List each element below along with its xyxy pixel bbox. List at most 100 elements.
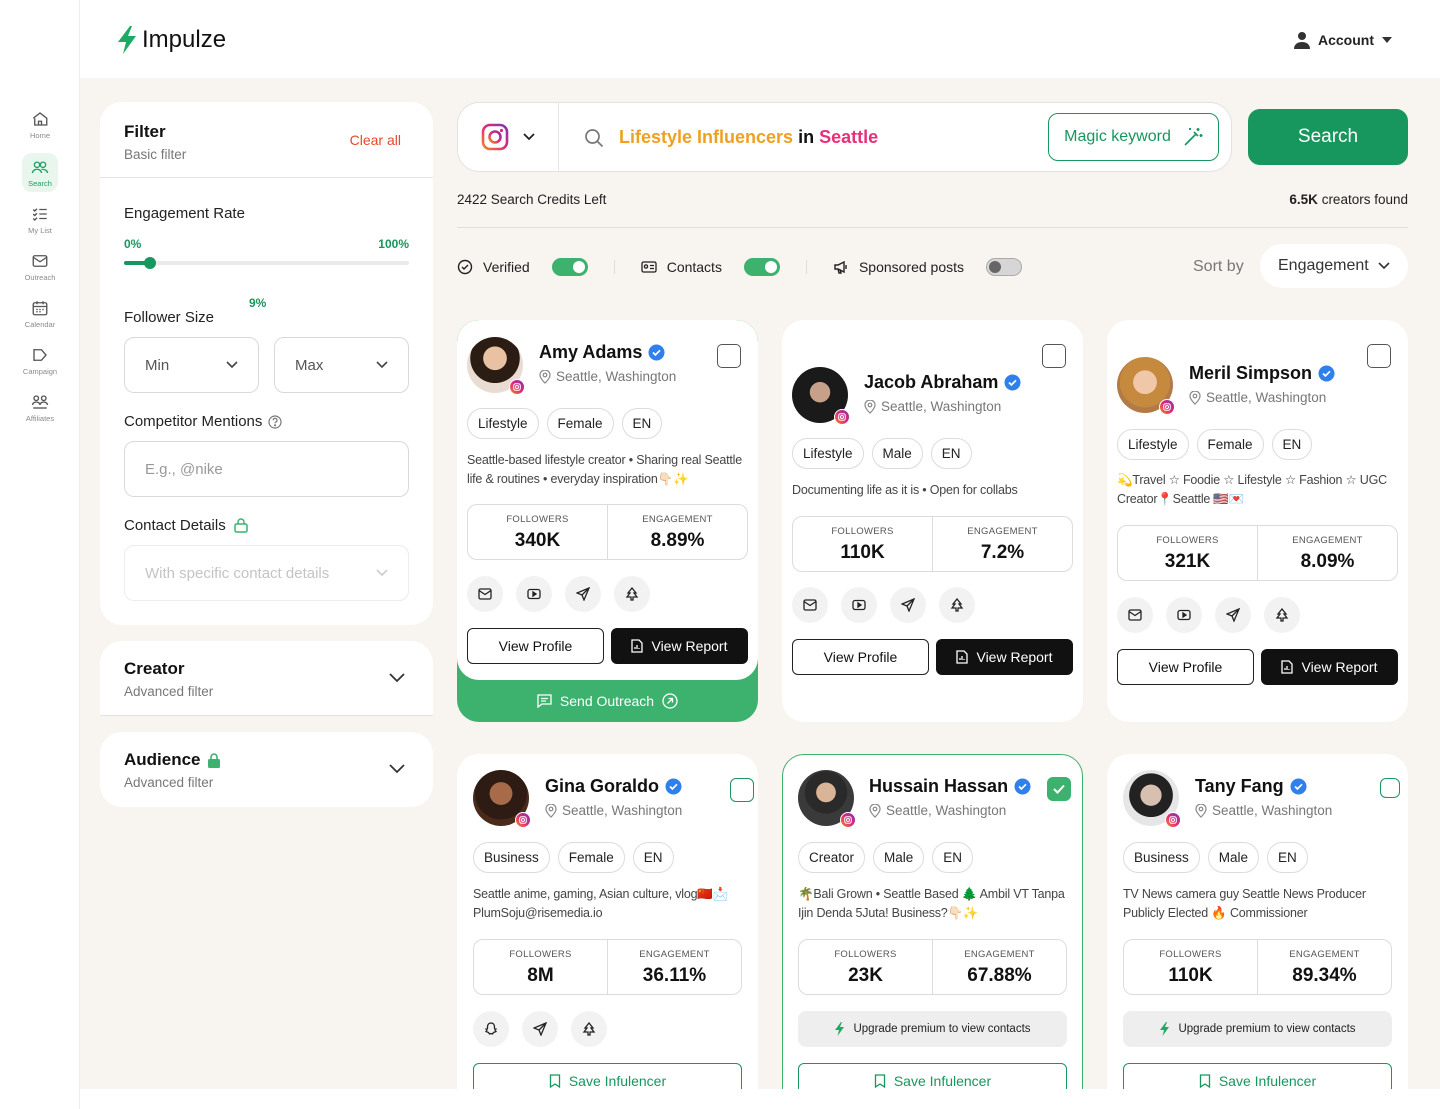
competitor-placeholder: E.g., @nike <box>145 460 223 478</box>
sponsored-toggle[interactable] <box>986 258 1023 276</box>
account-menu[interactable]: Account <box>1294 31 1392 49</box>
upgrade-premium-button[interactable]: Upgrade premium to view contacts <box>1123 1011 1392 1047</box>
chevron-down-icon[interactable] <box>389 673 405 683</box>
followers-label: FOLLOWERS <box>1159 949 1222 960</box>
report-icon <box>956 650 969 664</box>
creator-name[interactable]: Meril Simpson <box>1189 363 1335 384</box>
contacts-toggle[interactable] <box>743 258 780 276</box>
platform-select[interactable] <box>458 103 559 171</box>
view-profile-button[interactable]: View Profile <box>792 639 929 675</box>
select-checkbox[interactable] <box>1380 778 1400 798</box>
avatar <box>473 770 531 828</box>
linktree-contact-button[interactable] <box>614 576 650 612</box>
creator-card[interactable]: Amy Adams Seattle, Washington Lifestyle … <box>457 320 758 722</box>
select-checkbox-checked[interactable] <box>1047 777 1071 801</box>
telegram-contact-button[interactable] <box>1215 597 1251 633</box>
youtube-contact-button[interactable] <box>1166 597 1202 633</box>
snapchat-contact-button[interactable] <box>473 1011 509 1047</box>
select-checkbox[interactable] <box>717 344 741 368</box>
sidebar-item-calendar[interactable]: Calendar <box>22 299 58 329</box>
youtube-contact-button[interactable] <box>841 587 877 623</box>
creator-name[interactable]: Amy Adams <box>539 342 665 363</box>
creator-card[interactable]: Jacob Abraham Seattle, Washington Lifest… <box>782 320 1083 722</box>
creator-name[interactable]: Jacob Abraham <box>864 372 1021 393</box>
email-contact-button[interactable] <box>1117 597 1153 633</box>
bolt-icon <box>1160 1022 1170 1036</box>
linktree-contact-button[interactable] <box>1264 597 1300 633</box>
engagement-slider-track[interactable] <box>124 257 409 269</box>
verified-badge-icon <box>1290 778 1307 795</box>
follower-max-text: Max <box>295 356 324 374</box>
verified-badge-icon <box>648 344 665 361</box>
tag-gender: Male <box>1207 842 1260 873</box>
email-contact-button[interactable] <box>792 587 828 623</box>
search-query[interactable]: Lifestyle Influencers in Seattle <box>619 127 878 148</box>
creator-name[interactable]: Gina Goraldo <box>545 776 682 797</box>
help-icon[interactable] <box>268 414 283 429</box>
sort-select[interactable]: Engagement <box>1260 244 1408 288</box>
sidebar-item-label: Search <box>28 179 52 188</box>
youtube-icon <box>527 588 541 600</box>
creator-name[interactable]: Tany Fang <box>1195 776 1307 797</box>
sidebar-item-affiliates[interactable]: Affiliates <box>22 393 58 423</box>
verified-toggle[interactable] <box>551 258 588 276</box>
followers-value: 340K <box>514 530 561 551</box>
audience-filter-panel[interactable]: Audience Advanced filter <box>100 732 433 807</box>
creator-location: Seattle, Washington <box>1195 803 1332 818</box>
view-report-button[interactable]: View Report <box>936 639 1073 675</box>
creator-card[interactable]: Gina Goraldo Seattle, Washington Busines… <box>457 754 758 1109</box>
telegram-contact-button[interactable] <box>890 587 926 623</box>
creator-name[interactable]: Hussain Hassan <box>869 776 1031 797</box>
send-outreach-button[interactable]: Send Outreach <box>457 680 758 722</box>
competitor-mentions-row: Competitor Mentions <box>124 413 283 430</box>
toggle-label-verified: Verified <box>483 259 530 275</box>
tag-gender: Female <box>546 408 614 439</box>
search-button[interactable]: Search <box>1248 109 1408 165</box>
competitor-input[interactable]: E.g., @nike <box>124 441 409 497</box>
tag-language: EN <box>1271 429 1313 460</box>
view-profile-button[interactable]: View Profile <box>1117 649 1254 685</box>
engagement-slider-handle[interactable] <box>144 257 156 269</box>
clear-all-button[interactable]: Clear all <box>350 132 401 148</box>
logo[interactable]: Impulze <box>116 26 226 54</box>
chevron-down-icon[interactable] <box>389 764 405 774</box>
follower-size-label: Follower Size <box>124 309 215 326</box>
linktree-contact-button[interactable] <box>939 587 975 623</box>
chevron-down-icon <box>1378 262 1390 270</box>
sidebar-item-my-list[interactable]: My List <box>22 205 58 235</box>
avatar <box>1117 357 1175 415</box>
select-checkbox[interactable] <box>1042 344 1066 368</box>
sidebar-item-campaign[interactable]: Campaign <box>22 346 58 376</box>
linktree-icon <box>1275 608 1289 622</box>
affiliates-icon <box>31 395 49 409</box>
telegram-contact-button[interactable] <box>522 1011 558 1047</box>
contact-details-select[interactable]: With specific contact details <box>124 545 409 601</box>
view-profile-button[interactable]: View Profile <box>467 628 604 664</box>
select-checkbox[interactable] <box>730 778 754 802</box>
engagement-value: 36.11% <box>642 965 707 986</box>
magic-keyword-button[interactable]: Magic keyword <box>1048 113 1219 161</box>
instagram-badge-icon <box>1159 399 1175 415</box>
youtube-contact-button[interactable] <box>516 576 552 612</box>
upgrade-premium-button[interactable]: Upgrade premium to view contacts <box>798 1011 1067 1047</box>
contact-icons <box>467 576 650 612</box>
sort-label: Sort by <box>1193 258 1244 275</box>
creator-card[interactable]: Tany Fang Seattle, Washington Business M… <box>1107 754 1408 1109</box>
email-contact-button[interactable] <box>467 576 503 612</box>
view-report-button[interactable]: View Report <box>1261 649 1398 685</box>
engagement-label: ENGAGEMENT <box>964 949 1035 960</box>
sidebar-item-search[interactable]: Search <box>22 153 58 192</box>
linktree-contact-button[interactable] <box>571 1011 607 1047</box>
chevron-down-icon <box>376 361 388 369</box>
follower-max-select[interactable]: Max <box>274 337 409 393</box>
follower-min-select[interactable]: Min <box>124 337 259 393</box>
tag-category: Lifestyle <box>467 408 539 439</box>
creator-card-selected[interactable]: Hussain Hassan Seattle, Washington Creat… <box>782 754 1083 1109</box>
sidebar-item-outreach[interactable]: Outreach <box>22 252 58 282</box>
view-report-button[interactable]: View Report <box>611 628 748 664</box>
creator-card[interactable]: Meril Simpson Seattle, Washington Lifest… <box>1107 320 1408 722</box>
creator-filter-panel[interactable]: Creator Advanced filter <box>100 641 433 716</box>
telegram-contact-button[interactable] <box>565 576 601 612</box>
select-checkbox[interactable] <box>1367 344 1391 368</box>
sidebar-item-home[interactable]: Home <box>22 110 58 140</box>
